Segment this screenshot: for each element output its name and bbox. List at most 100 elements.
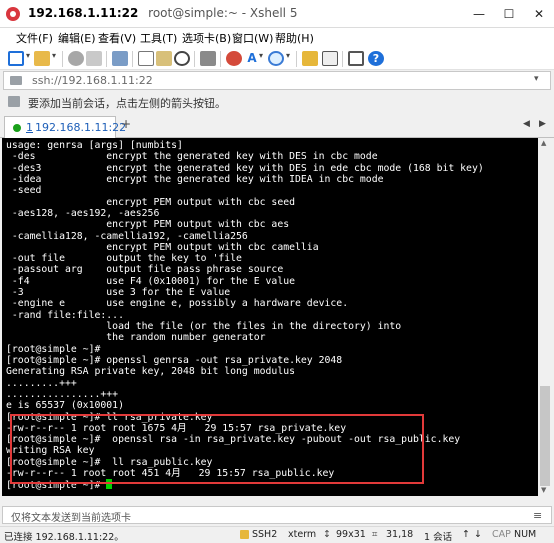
status-sessions: 1 会话 [424,532,453,543]
tab-session-1[interactable]: 1 192.168.1.11:22 [4,116,126,139]
chevron-up-icon[interactable]: ↑ [462,529,470,540]
size-icon: ↕ [323,529,331,540]
compose-placeholder[interactable]: 仅将文本发送到当前选项卡 [11,509,131,524]
terminal-line: encrypt PEM output with cbc camellia [6,241,319,253]
menu-file[interactable]: 文件(F) [16,30,53,46]
status-cursor: 31,18 [386,529,414,540]
chevron-down-icon[interactable]: ▾ [52,51,56,60]
properties-icon[interactable] [112,51,128,66]
font-icon[interactable]: A [244,51,260,66]
fullscreen-icon[interactable] [348,51,364,66]
toolbar-separator [62,51,63,67]
status-connection: 已连接 192.168.1.11:22。 [4,532,124,543]
terminal-line: usage: genrsa [args] [numbits] [6,140,183,151]
toolbar: ▾ ▾ A ▾ ▾ ? [0,48,554,70]
compose-bar[interactable]: 仅将文本发送到当前选项卡 ≡ [2,506,552,524]
status-bar: 已连接 192.168.1.11:22。 SSH2 xterm ↕ 99x31 … [0,526,554,543]
scroll-down-icon[interactable]: ▼ [541,486,546,494]
terminal-scrollbar[interactable]: ▲ ▼ [538,138,552,496]
connected-status-icon [13,124,21,132]
new-session-icon[interactable] [8,51,24,66]
terminal-line: -aes128, -aes192, -aes256 [6,207,160,219]
hint-text: 要添加当前会话，点击左侧的箭头按钮。 [28,97,226,110]
terminal-line: encrypt PEM output with cbc seed [6,196,296,208]
maximize-button[interactable]: ☐ [494,0,524,28]
copy-icon[interactable] [138,51,154,66]
chevron-down-icon[interactable]: ▾ [534,74,539,84]
menu-bar: 文件(F) 编辑(E) 查看(V) 工具(T) 选项卡(B) 窗口(W) 帮助(… [0,28,554,48]
terminal-line: -f4 use F4 (0x10001) for the E value [6,275,296,287]
terminal-line: load the file (or the files in the direc… [6,321,402,332]
arrow-icon[interactable] [8,96,20,107]
open-folder-icon[interactable] [34,51,50,66]
chevron-down-icon[interactable]: ▾ [259,51,263,60]
menu-help[interactable]: 帮助(H) [275,30,314,46]
lock-icon[interactable] [302,51,318,66]
disconnect-icon[interactable] [86,51,102,66]
menu-window[interactable]: 窗口(W) [232,30,273,46]
minimize-button[interactable]: — [464,0,494,28]
add-tab-button[interactable]: + [121,117,131,131]
menu-view[interactable]: 查看(V) [98,30,136,46]
menu-tabs[interactable]: 选项卡(B) [182,30,231,46]
terminal-line: -des encrypt the generated key with DES … [6,151,378,163]
hint-bar: 要添加当前会话，点击左侧的箭头按钮。 [0,92,554,111]
terminal-line: -passout arg output file pass phrase sou… [6,264,284,276]
window-title-text: root@simple:~ - Xshell 5 [148,6,298,20]
title-bar[interactable]: 192.168.1.11:22 root@simple:~ - Xshell 5… [0,0,554,28]
tab-next-button[interactable]: ▶ [539,119,546,129]
terminal-line: encrypt PEM output with cbc aes [6,219,290,231]
close-button[interactable]: ✕ [524,0,554,28]
toolbar-separator [132,51,133,67]
terminal-line: -idea encrypt the generated key with IDE… [6,173,384,185]
status-caps: CAP [492,529,511,540]
terminal-line: -seed [6,185,42,197]
color-scheme-icon[interactable] [226,51,242,66]
tab-prev-button[interactable]: ◀ [523,119,530,129]
terminal[interactable]: usage: genrsa [args] [numbits] -des encr… [2,138,552,496]
scroll-up-icon[interactable]: ▲ [541,139,546,147]
paste-icon[interactable] [156,51,172,66]
terminal-line: -des3 encrypt the generated key with DES… [6,162,484,174]
scrollbar-thumb[interactable] [540,386,550,486]
terminal-line: -engine e use engine e, possibly a hardw… [6,298,349,310]
terminal-line: .........+++ [6,377,77,389]
print-icon[interactable] [200,51,216,66]
lock-icon [240,530,249,539]
toolbar-separator [342,51,343,67]
keyboard-icon[interactable] [322,51,338,66]
connect-icon[interactable] [68,51,84,66]
chevron-down-icon[interactable]: ▾ [26,51,30,60]
window-title: 192.168.1.11:22 root@simple:~ - Xshell 5 [28,6,297,20]
terminal-line: -camellia128, -camellia192, -camellia256 [6,230,248,242]
help-icon[interactable]: ? [368,51,384,66]
window-title-host: 192.168.1.11:22 [28,6,139,20]
toolbar-separator [296,51,297,67]
status-protocol: SSH2 [252,529,278,540]
terminal-line: -rand file:file:... [6,309,124,321]
status-term: xterm [288,529,317,540]
terminal-line: [root@simple ~]# [6,343,107,355]
session-icon [10,76,22,85]
menu-tools[interactable]: 工具(T) [140,30,177,46]
status-size: 99x31 [336,529,366,540]
menu-edit[interactable]: 编辑(E) [58,30,96,46]
chevron-down-icon[interactable]: ↓ [474,529,482,540]
tab-index: 1 [26,121,33,134]
toolbar-separator [194,51,195,67]
terminal-line: Generating RSA private key, 2048 bit lon… [6,366,296,378]
terminal-line: the random number generator [6,332,266,344]
terminal-line: -out file output the key to 'file [6,253,242,265]
globe-icon[interactable] [268,51,284,66]
terminal-line: ................+++ [6,388,119,400]
address-value[interactable]: ssh://192.168.1.11:22 [32,74,153,87]
find-icon[interactable] [174,51,190,66]
terminal-line: -3 use 3 for the E value [6,287,231,299]
tab-label: 192.168.1.11:22 [35,121,127,134]
toolbar-separator [106,51,107,67]
chevron-down-icon[interactable]: ▾ [286,51,290,60]
compose-menu-icon[interactable]: ≡ [533,509,542,522]
highlight-box [10,414,424,484]
address-bar[interactable]: ssh://192.168.1.11:22 ▾ [3,71,551,90]
toolbar-separator [220,51,221,67]
